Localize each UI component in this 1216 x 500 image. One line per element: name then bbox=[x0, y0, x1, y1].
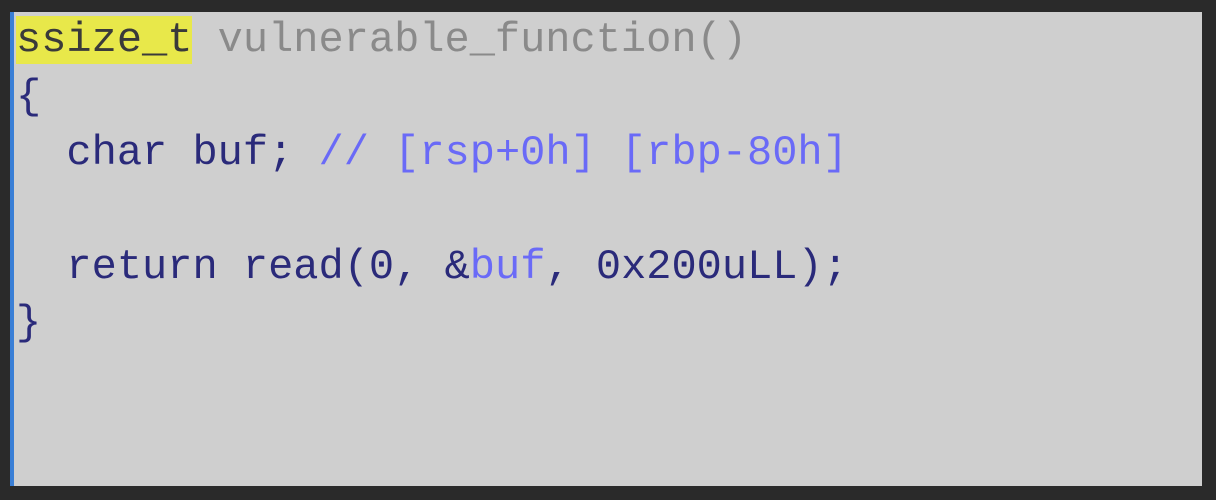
code-token-paren-close: ) bbox=[798, 243, 823, 291]
code-token-ampersand: & bbox=[445, 243, 470, 291]
code-token-function-name: vulnerable_function bbox=[218, 16, 697, 64]
code-token-semicolon: ; bbox=[268, 129, 293, 177]
code-token-type-highlighted: ssize_t bbox=[16, 16, 192, 64]
code-token-variable: buf bbox=[192, 129, 268, 177]
code-token-indent bbox=[16, 243, 66, 291]
code-token-comma: , bbox=[394, 243, 419, 291]
code-content: ssize_t vulnerable_function() { char buf… bbox=[14, 12, 1202, 352]
code-token-call: read bbox=[243, 243, 344, 291]
code-token-space bbox=[571, 243, 596, 291]
code-token-paren-open: ( bbox=[344, 243, 369, 291]
code-token-space bbox=[192, 16, 217, 64]
code-token-comment: // [rsp+0h] [rbp-80h] bbox=[319, 129, 848, 177]
code-token-space bbox=[419, 243, 444, 291]
code-token-number-hex: 0x200uLL bbox=[596, 243, 798, 291]
decompiler-code-pane[interactable]: ssize_t vulnerable_function() { char buf… bbox=[10, 12, 1202, 486]
code-token-brace-close: } bbox=[16, 299, 41, 347]
code-token-space bbox=[218, 243, 243, 291]
code-token-space bbox=[167, 129, 192, 177]
code-token-brace-open: { bbox=[16, 73, 41, 121]
code-token-semicolon: ; bbox=[823, 243, 848, 291]
code-token-number: 0 bbox=[369, 243, 394, 291]
code-token-indent bbox=[16, 129, 66, 177]
code-token-space bbox=[293, 129, 318, 177]
code-token-comma: , bbox=[545, 243, 570, 291]
code-token-keyword-return: return bbox=[66, 243, 217, 291]
code-token-reference: buf bbox=[470, 243, 546, 291]
code-token-parens: () bbox=[697, 16, 747, 64]
code-token-type: char bbox=[66, 129, 167, 177]
